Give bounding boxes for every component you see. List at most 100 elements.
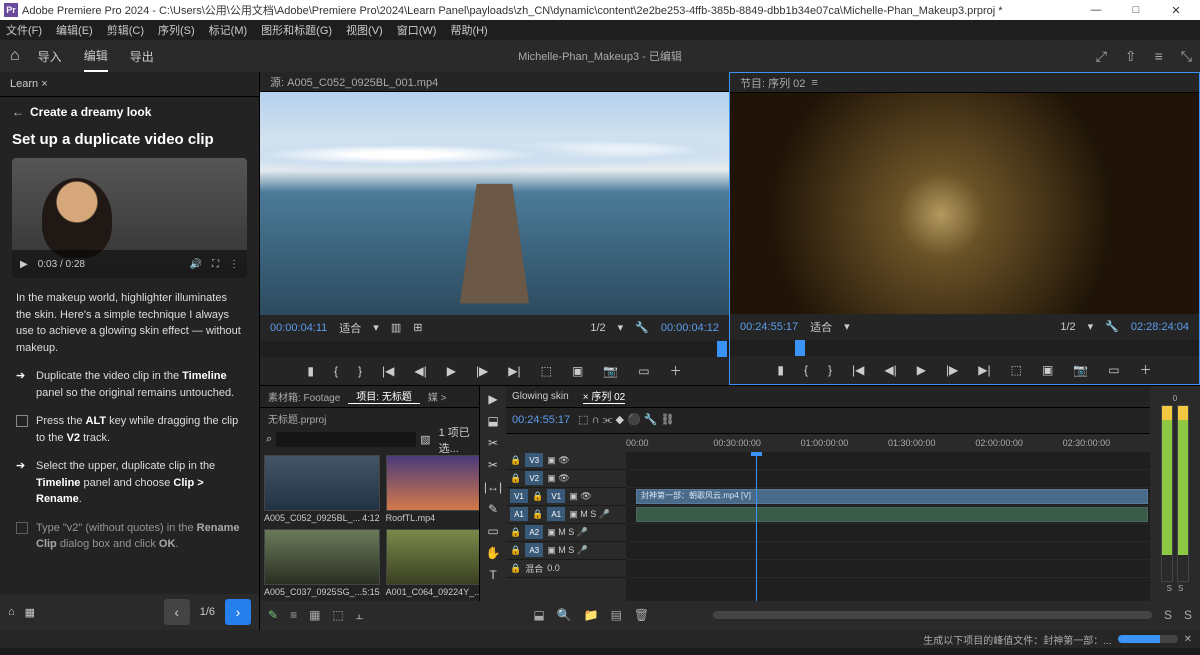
step-back-icon[interactable]: ◀| (884, 363, 896, 377)
hand-tool-icon[interactable]: ✋ (486, 546, 501, 560)
clip-thumbnail[interactable] (264, 455, 380, 511)
type-tool-icon[interactable]: T (489, 568, 496, 582)
goto-in-icon[interactable]: |◀ (382, 364, 394, 378)
icon-view-icon[interactable]: ▦ (309, 608, 320, 622)
quick-export-icon[interactable]: ⤢ (1096, 48, 1107, 65)
volume-icon[interactable]: 🔊 (190, 259, 202, 270)
source-in-tc[interactable]: 00:00:04:11 (270, 322, 327, 334)
export-frame-icon[interactable]: 📷 (603, 364, 618, 378)
slip-tool-icon[interactable]: |↔| (484, 480, 502, 494)
safe-margins-icon[interactable]: ▥ (391, 321, 401, 334)
pen-tool-icon[interactable]: ✎ (488, 502, 498, 516)
source-canvas[interactable] (260, 92, 729, 315)
tutorial-video[interactable]: ▶ 0:03 / 0:28 🔊 ⛶ ⋮ (12, 158, 247, 278)
track-label[interactable]: V1 (547, 489, 565, 503)
ripple-edit-tool-icon[interactable]: ✂ (488, 436, 498, 450)
project-clip[interactable]: A005_C052_0925BL_...4:12 (264, 455, 380, 523)
goto-out-icon[interactable]: ▶| (978, 363, 990, 377)
comparison-icon[interactable]: ▭ (638, 364, 649, 378)
tab-export[interactable]: 导出 (130, 42, 154, 71)
play-icon[interactable]: ▶ (917, 363, 926, 377)
comparison-icon[interactable]: ▭ (1108, 363, 1119, 377)
resolution[interactable]: 1/2 (1060, 321, 1075, 333)
panel-menu-icon[interactable]: ≡ (811, 77, 817, 89)
freeform-view-icon[interactable]: ⬚ (332, 608, 343, 622)
timeline-zoom-scrollbar[interactable] (713, 611, 1152, 619)
menu-sequence[interactable]: 序列(S) (158, 22, 195, 38)
program-scrubber[interactable] (730, 340, 1199, 356)
mark-in-icon[interactable]: { (804, 363, 808, 377)
close-icon[interactable]: × (41, 78, 47, 90)
settings-icon[interactable]: 🔧 (635, 321, 649, 334)
lock-icon[interactable]: 🔒 (510, 455, 521, 466)
tab-import[interactable]: 导入 (38, 42, 62, 71)
track-label[interactable]: V3 (525, 453, 543, 467)
solo-icon[interactable]: S (1184, 608, 1192, 622)
zoom-fit[interactable]: 适合 (810, 319, 832, 335)
close-button[interactable]: ✕ (1156, 4, 1196, 17)
project-clip[interactable]: RoofTL.mp40:06 (386, 455, 479, 523)
find-icon[interactable]: 🔍 (557, 608, 572, 622)
program-out-tc[interactable]: 02:28:24:04 (1131, 321, 1189, 333)
insert-icon[interactable]: ⬚ (541, 364, 552, 378)
source-scrubber[interactable] (260, 341, 729, 357)
lock-icon[interactable]: 🔒 (510, 473, 521, 484)
new-item-icon[interactable]: ▤ (611, 608, 622, 622)
pen-color-icon[interactable]: ✎ (268, 608, 278, 622)
overwrite-icon[interactable]: ▣ (572, 364, 583, 378)
lock-icon[interactable]: 🔒 (510, 563, 521, 574)
audio-clip[interactable] (636, 507, 1148, 522)
lock-icon[interactable]: 🔒 (532, 491, 543, 502)
fullscreen-icon[interactable]: ⤡ (1181, 48, 1192, 65)
play-icon[interactable]: ▶ (447, 364, 456, 378)
play-icon[interactable]: ▶ (20, 259, 28, 270)
button-editor-icon[interactable]: ＋ (670, 362, 682, 379)
checkbox[interactable] (16, 522, 28, 534)
minimize-button[interactable]: — (1076, 4, 1116, 16)
time-ruler[interactable]: 00:00 00:30:00:00 01:00:00:00 01:30:00:0… (506, 434, 1150, 452)
maximize-button[interactable]: □ (1116, 4, 1156, 16)
tab-project[interactable]: 项目: 无标题 (348, 388, 420, 404)
timeline-tc[interactable]: 00:24:55:17 (512, 414, 570, 426)
lock-icon[interactable]: 🔒 (510, 545, 521, 556)
panel-menu-icon[interactable]: ≡ (1155, 48, 1163, 65)
menu-help[interactable]: 帮助(H) (450, 22, 487, 38)
step-back-icon[interactable]: ◀| (414, 364, 426, 378)
home-footer-icon[interactable]: ⌂ (8, 606, 15, 618)
learn-tab[interactable]: Learn × (0, 72, 259, 97)
sort-icon[interactable]: ⫠ (356, 608, 363, 623)
export-frame-icon[interactable]: 📷 (1073, 363, 1088, 377)
menu-clip[interactable]: 剪辑(C) (107, 22, 144, 38)
source-out-tc[interactable]: 00:00:04:12 (661, 322, 719, 334)
track-label[interactable]: V2 (525, 471, 543, 485)
step-fwd-icon[interactable]: |▶ (476, 364, 488, 378)
fullscreen-video-icon[interactable]: ⛶ (212, 259, 219, 270)
checkbox[interactable] (16, 415, 28, 427)
project-clip[interactable]: A001_C064_09224Y_...2:08 (386, 529, 479, 597)
project-clip[interactable]: A005_C037_0925SG_...5:15 (264, 529, 380, 597)
back-arrow-icon[interactable]: ← (12, 105, 24, 119)
add-marker-icon[interactable]: ▮ (307, 364, 314, 378)
tab-media[interactable]: 媒 > (420, 389, 455, 404)
button-editor-icon[interactable]: ＋ (1140, 361, 1152, 378)
playhead[interactable] (756, 452, 757, 601)
menu-window[interactable]: 窗口(W) (397, 22, 437, 38)
mark-out-icon[interactable]: } (828, 363, 832, 377)
tab-sequence-02[interactable]: × 序列 02 (583, 388, 626, 404)
tab-glowing-skin[interactable]: Glowing skin (512, 391, 569, 402)
selection-tool-icon[interactable]: ▶ (488, 392, 497, 406)
rectangle-tool-icon[interactable]: ▭ (487, 524, 498, 538)
menu-view[interactable]: 视图(V) (346, 22, 383, 38)
lock-icon[interactable]: 🔒 (532, 509, 543, 520)
learn-footer-icon[interactable]: ▦ (25, 606, 35, 619)
track-label[interactable]: A1 (547, 507, 565, 521)
next-button[interactable]: › (225, 599, 251, 625)
resolution[interactable]: 1/2 (590, 322, 605, 334)
delete-icon[interactable]: 🗑 (634, 608, 649, 622)
menu-graphics[interactable]: 图形和标题(G) (261, 22, 332, 38)
mark-out-icon[interactable]: } (358, 364, 362, 378)
video-clip[interactable]: 封神第一部：朝歌风云.mp4 [V] (636, 489, 1148, 504)
share-icon[interactable]: ⇧ (1125, 48, 1137, 65)
track-label[interactable]: A3 (525, 543, 543, 557)
program-in-tc[interactable]: 00:24:55:17 (740, 321, 798, 333)
